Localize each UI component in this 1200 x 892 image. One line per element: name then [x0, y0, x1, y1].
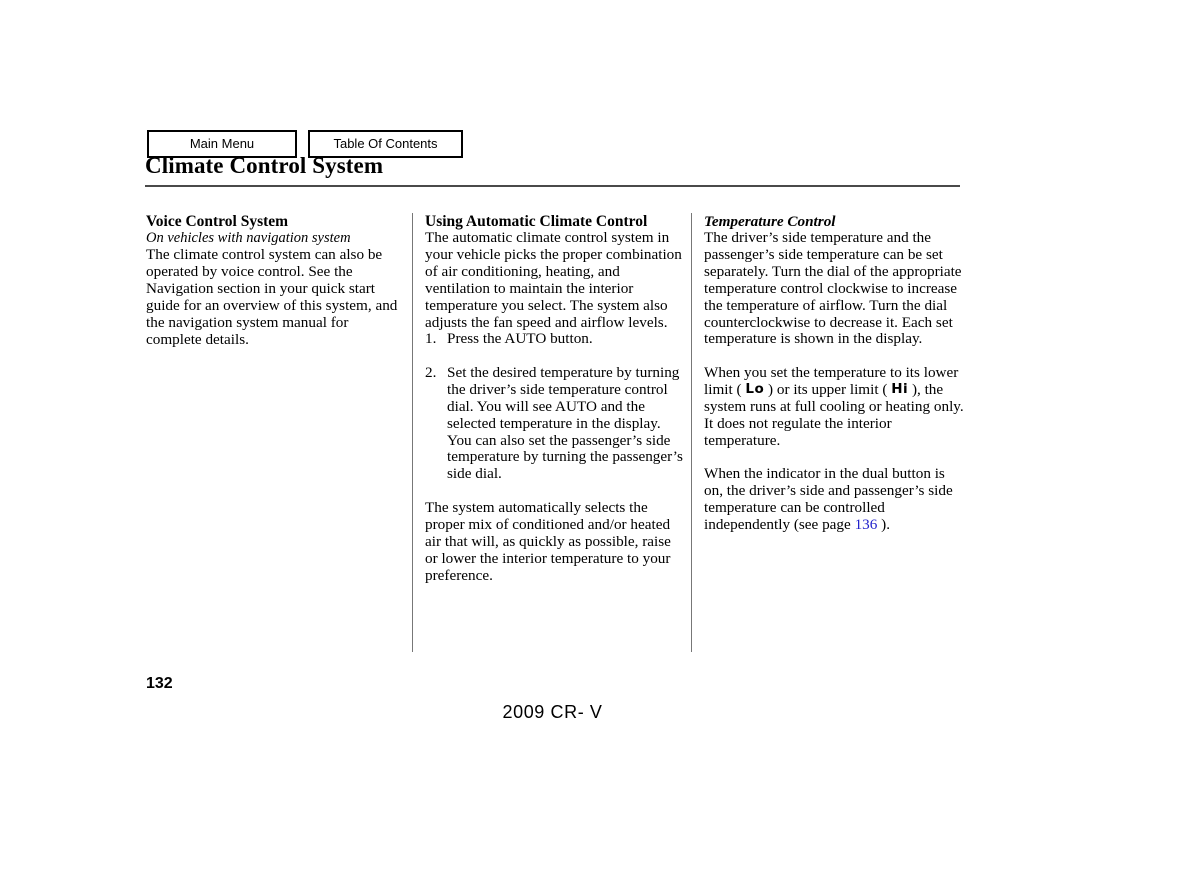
paragraph-automatic-climate-closing: The system automatically selects the pro… — [425, 498, 671, 584]
section-heading-using-automatic-climate-control: Using Automatic Climate Control — [425, 213, 648, 230]
section-heading-voice-control-system: Voice Control System — [146, 213, 289, 230]
section-heading-temperature-control: Temperature Control — [704, 213, 836, 230]
page-number: 132 — [146, 675, 173, 692]
content-columns: Voice Control System On vehicles with na… — [145, 213, 966, 653]
procedure-steps: 1. Press the AUTO button. 2. Set the desir… — [425, 330, 687, 483]
paragraph-temperature-control-1: The driver’s side temperature and the pa… — [704, 229, 962, 348]
column-using-automatic-climate-control: Using Automatic Climate Control The auto… — [425, 213, 687, 584]
temperature-limits-text-part-2: ) or its upper limit ( — [764, 380, 892, 398]
document-footer-label: 2009 CR- V — [502, 702, 603, 722]
dual-button-text-part-1: When the indicator in the dual button is… — [704, 465, 953, 533]
section-subheading-voice-control-system: On vehicles with navigation system — [146, 230, 351, 246]
hi-indicator-glyph: Hi — [891, 381, 909, 398]
step-number: 1. — [425, 330, 437, 348]
column-temperature-control: Temperature Control The driver’s side te… — [704, 213, 966, 534]
page-title: Climate Control System — [145, 153, 384, 178]
column-divider-1 — [412, 213, 413, 652]
paragraph-automatic-climate-intro: The automatic climate control system in … — [425, 229, 682, 331]
lo-indicator-glyph: Lo — [745, 381, 765, 398]
procedure-step: 1. Press the AUTO button. — [425, 330, 687, 348]
dual-button-text-part-2: ). — [877, 515, 890, 533]
step-text: Press the AUTO button. — [447, 330, 593, 348]
document-page: Main Menu Table Of Contents Climate Cont… — [0, 0, 1200, 892]
procedure-step: 2. Set the desired temperature by turning… — [425, 363, 687, 483]
paragraph-voice-control-body: The climate control system can also be o… — [146, 246, 398, 348]
column-voice-control-system: Voice Control System On vehicles with na… — [146, 213, 405, 348]
paragraph-temperature-control-3: When the indicator in the dual button is… — [704, 465, 966, 534]
paragraph-temperature-control-2: When you set the temperature to its lowe… — [704, 364, 966, 450]
column-divider-2 — [691, 213, 692, 652]
title-rule — [145, 185, 960, 187]
step-number: 2. — [425, 363, 437, 381]
step-text: Set the desired temperature by turning t… — [447, 363, 683, 483]
page-reference-link-136[interactable]: 136 — [855, 516, 878, 533]
